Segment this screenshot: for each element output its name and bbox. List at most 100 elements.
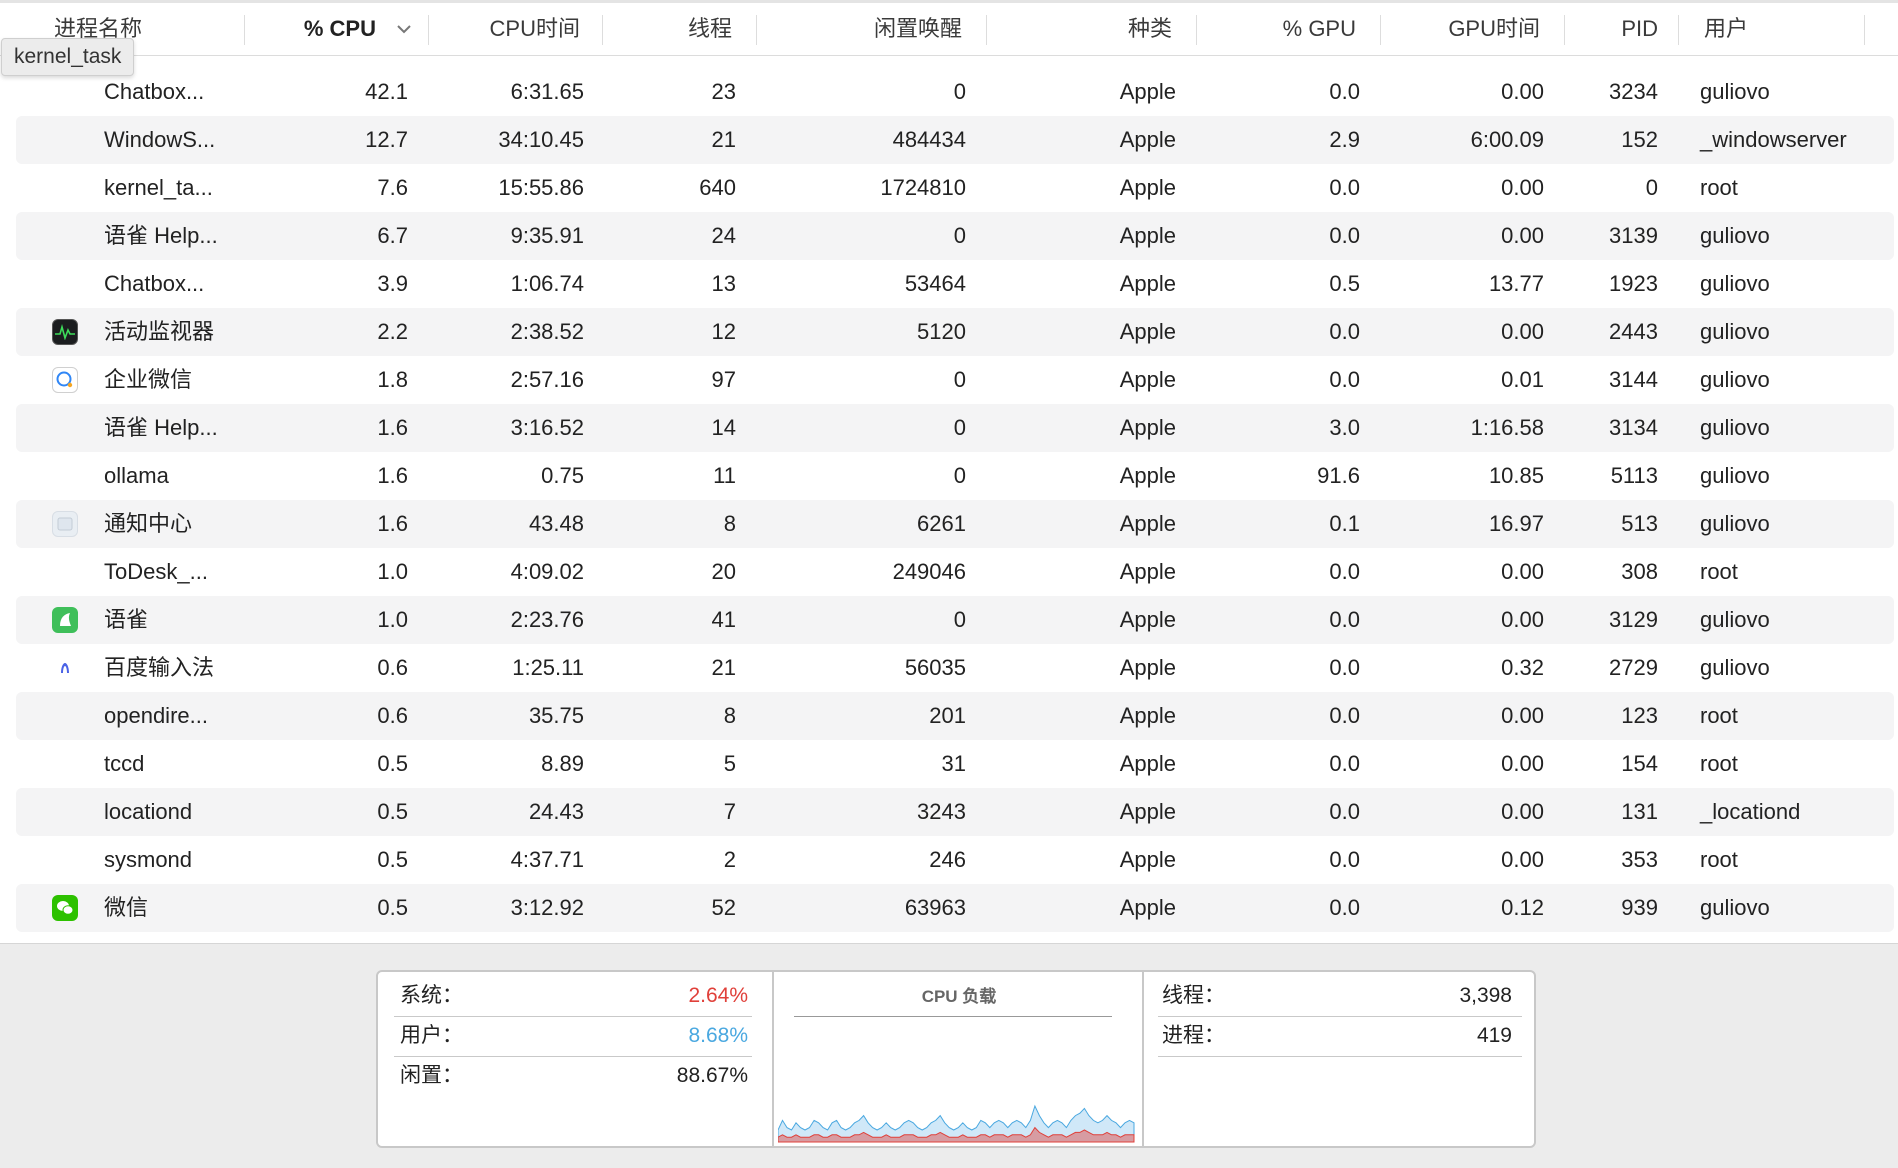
column-divider[interactable] [1196, 15, 1197, 45]
cell-cpu: 1.0 [377, 559, 408, 584]
cell-kind: Apple [1119, 79, 1176, 104]
cell-idle-wake: 0 [953, 607, 966, 632]
table-row[interactable]: kernel_ta... 7.6 15:55.86 640 1724810 Apple 0.… [16, 164, 1894, 212]
cell-idle-wake: 63963 [904, 895, 966, 920]
cell-kind: Apple [1119, 799, 1176, 824]
column-header-pid[interactable]: PID [1580, 3, 1658, 55]
column-divider[interactable] [1864, 15, 1865, 45]
cell-pid: 3144 [1609, 367, 1658, 392]
cell-kind: Apple [1119, 655, 1176, 680]
cell-cpu: 1.6 [377, 511, 408, 536]
cell-gpu: 91.6 [1317, 463, 1360, 488]
table-row[interactable]: opendire... 0.6 35.75 8 201 Apple 0.0 0.00 123 ro… [16, 692, 1894, 740]
column-divider[interactable] [244, 15, 245, 45]
wechat-icon [52, 895, 78, 921]
cell-cpu-time: 2:57.16 [510, 367, 584, 392]
table-row[interactable]: tccd 0.5 8.89 5 31 Apple 0.0 0.00 154 root [16, 740, 1894, 788]
table-row[interactable]: 通知中心 1.6 43.48 8 6261 Apple 0.1 16.97 513 guliovo [16, 500, 1894, 548]
cell-pid: 513 [1621, 511, 1658, 536]
cell-gpu: 0.0 [1329, 79, 1360, 104]
cell-pid: 152 [1621, 127, 1658, 152]
cell-cpu-time: 3:12.92 [510, 895, 584, 920]
cell-name: 活动监视器 [104, 319, 215, 344]
cell-pid: 3139 [1609, 223, 1658, 248]
cell-threads: 11 [713, 463, 736, 488]
cell-kind: Apple [1119, 511, 1176, 536]
table-row[interactable]: 活动监视器 2.2 2:38.52 12 5120 Apple 0.0 0.00 2443 gul… [16, 308, 1894, 356]
cell-gpu-time: 1:16.58 [1470, 415, 1544, 440]
table-row[interactable]: Chatbox... 3.9 1:06.74 13 53464 Apple 0.5 13.77… [16, 260, 1894, 308]
cell-pid: 5113 [1610, 463, 1658, 488]
column-header-cpu-time[interactable]: CPU时间 [440, 3, 580, 55]
column-divider[interactable] [1678, 15, 1679, 45]
cell-gpu: 0.0 [1329, 559, 1360, 584]
table-row[interactable]: 语雀 Help... 6.7 9:35.91 24 0 Apple 0.0 0.00 3139 g… [16, 212, 1894, 260]
chevron-down-icon[interactable] [396, 17, 412, 47]
column-header-cpu[interactable]: % CPU [262, 3, 376, 55]
cell-threads: 14 [711, 415, 736, 440]
column-divider[interactable] [1564, 15, 1565, 45]
cell-cpu: 6.7 [377, 223, 408, 248]
column-header-idle-wake[interactable]: 闲置唤醒 [780, 3, 962, 55]
table-row[interactable]: sysmond 0.5 4:37.71 2 246 Apple 0.0 0.00 353 root [16, 836, 1894, 884]
column-header-gpu-time[interactable]: GPU时间 [1400, 3, 1540, 55]
column-header-user[interactable]: 用户 [1704, 3, 1748, 55]
table-row[interactable]: 语雀 Help... 1.6 3:16.52 14 0 Apple 3.0 1:16.58 31… [16, 404, 1894, 452]
cell-user: guliovo [1700, 319, 1770, 344]
cell-name: WindowS... [104, 127, 216, 152]
cell-threads: 2 [723, 847, 736, 872]
cell-gpu-time: 0.00 [1501, 703, 1544, 728]
cell-name: ToDesk_... [104, 559, 208, 584]
cell-gpu-time: 0.12 [1501, 895, 1544, 920]
column-header-threads[interactable]: 线程 [620, 3, 732, 55]
column-header-gpu[interactable]: % GPU [1216, 3, 1356, 55]
cpu-load-chart [778, 1104, 1135, 1143]
cell-gpu: 0.0 [1329, 847, 1360, 872]
table-row[interactable]: 语雀 1.0 2:23.76 41 0 Apple 0.0 0.00 3129 guliovo [16, 596, 1894, 644]
yuque-icon [52, 607, 78, 633]
cell-gpu: 3.0 [1329, 415, 1360, 440]
column-divider[interactable] [602, 15, 603, 45]
column-divider[interactable] [756, 15, 757, 45]
table-row[interactable]: 百度输入法 0.6 1:25.11 21 56035 Apple 0.0 0.32 2729 gu… [16, 644, 1894, 692]
cell-name: 百度输入法 [104, 655, 215, 680]
table-row[interactable]: 微信 0.5 3:12.92 52 63963 Apple 0.0 0.12 939 guliov… [16, 884, 1894, 932]
table-row[interactable]: WindowS... 12.7 34:10.45 21 484434 Apple 2.9 6:… [16, 116, 1894, 164]
cell-threads: 24 [711, 223, 736, 248]
cell-idle-wake: 0 [953, 223, 966, 248]
table-row[interactable]: Chatbox... 42.1 6:31.65 23 0 Apple 0.0 0.00 3234… [16, 68, 1894, 116]
table-row[interactable]: ToDesk_... 1.0 4:09.02 20 249046 Apple 0.0 0.00… [16, 548, 1894, 596]
cell-gpu: 0.0 [1329, 751, 1360, 776]
cell-cpu-time: 15:55.86 [498, 175, 584, 200]
cell-kind: Apple [1119, 703, 1176, 728]
column-header-kind[interactable]: 种类 [1010, 3, 1172, 55]
user-value: 8.68% [688, 1024, 748, 1047]
cell-gpu: 0.5 [1329, 271, 1360, 296]
cell-user: guliovo [1700, 415, 1770, 440]
cell-cpu-time: 43.48 [528, 511, 584, 536]
cell-pid: 2443 [1609, 319, 1658, 344]
table-row[interactable]: 企业微信 1.8 2:57.16 97 0 Apple 0.0 0.01 3144 guliovo [16, 356, 1894, 404]
cell-gpu: 0.0 [1329, 655, 1360, 680]
column-divider[interactable] [428, 15, 429, 45]
table-row[interactable]: ollama 1.6 0.75 11 0 Apple 91.6 10.85 5113 guliov… [16, 452, 1894, 500]
baidu-input-icon [52, 655, 78, 681]
cell-gpu-time: 0.01 [1501, 367, 1544, 392]
cell-cpu: 0.5 [377, 799, 408, 824]
cell-user: root [1700, 751, 1738, 776]
cell-name: ollama [104, 463, 169, 488]
column-divider[interactable] [1380, 15, 1381, 45]
cell-pid: 308 [1621, 559, 1658, 584]
cell-gpu-time: 0.00 [1501, 175, 1544, 200]
cell-kind: Apple [1119, 367, 1176, 392]
cell-idle-wake: 6261 [917, 511, 966, 536]
cell-gpu-time: 13.77 [1488, 271, 1544, 296]
cell-kind: Apple [1119, 847, 1176, 872]
column-divider[interactable] [986, 15, 987, 45]
threads-label: 线程： [1162, 984, 1225, 1007]
cell-cpu-time: 4:37.71 [510, 847, 584, 872]
system-label: 系统： [400, 984, 463, 1007]
table-row[interactable]: locationd 0.5 24.43 7 3243 Apple 0.0 0.00 131 _lo… [16, 788, 1894, 836]
cell-user: root [1700, 559, 1738, 584]
threads-value: 3,398 [1459, 984, 1512, 1007]
